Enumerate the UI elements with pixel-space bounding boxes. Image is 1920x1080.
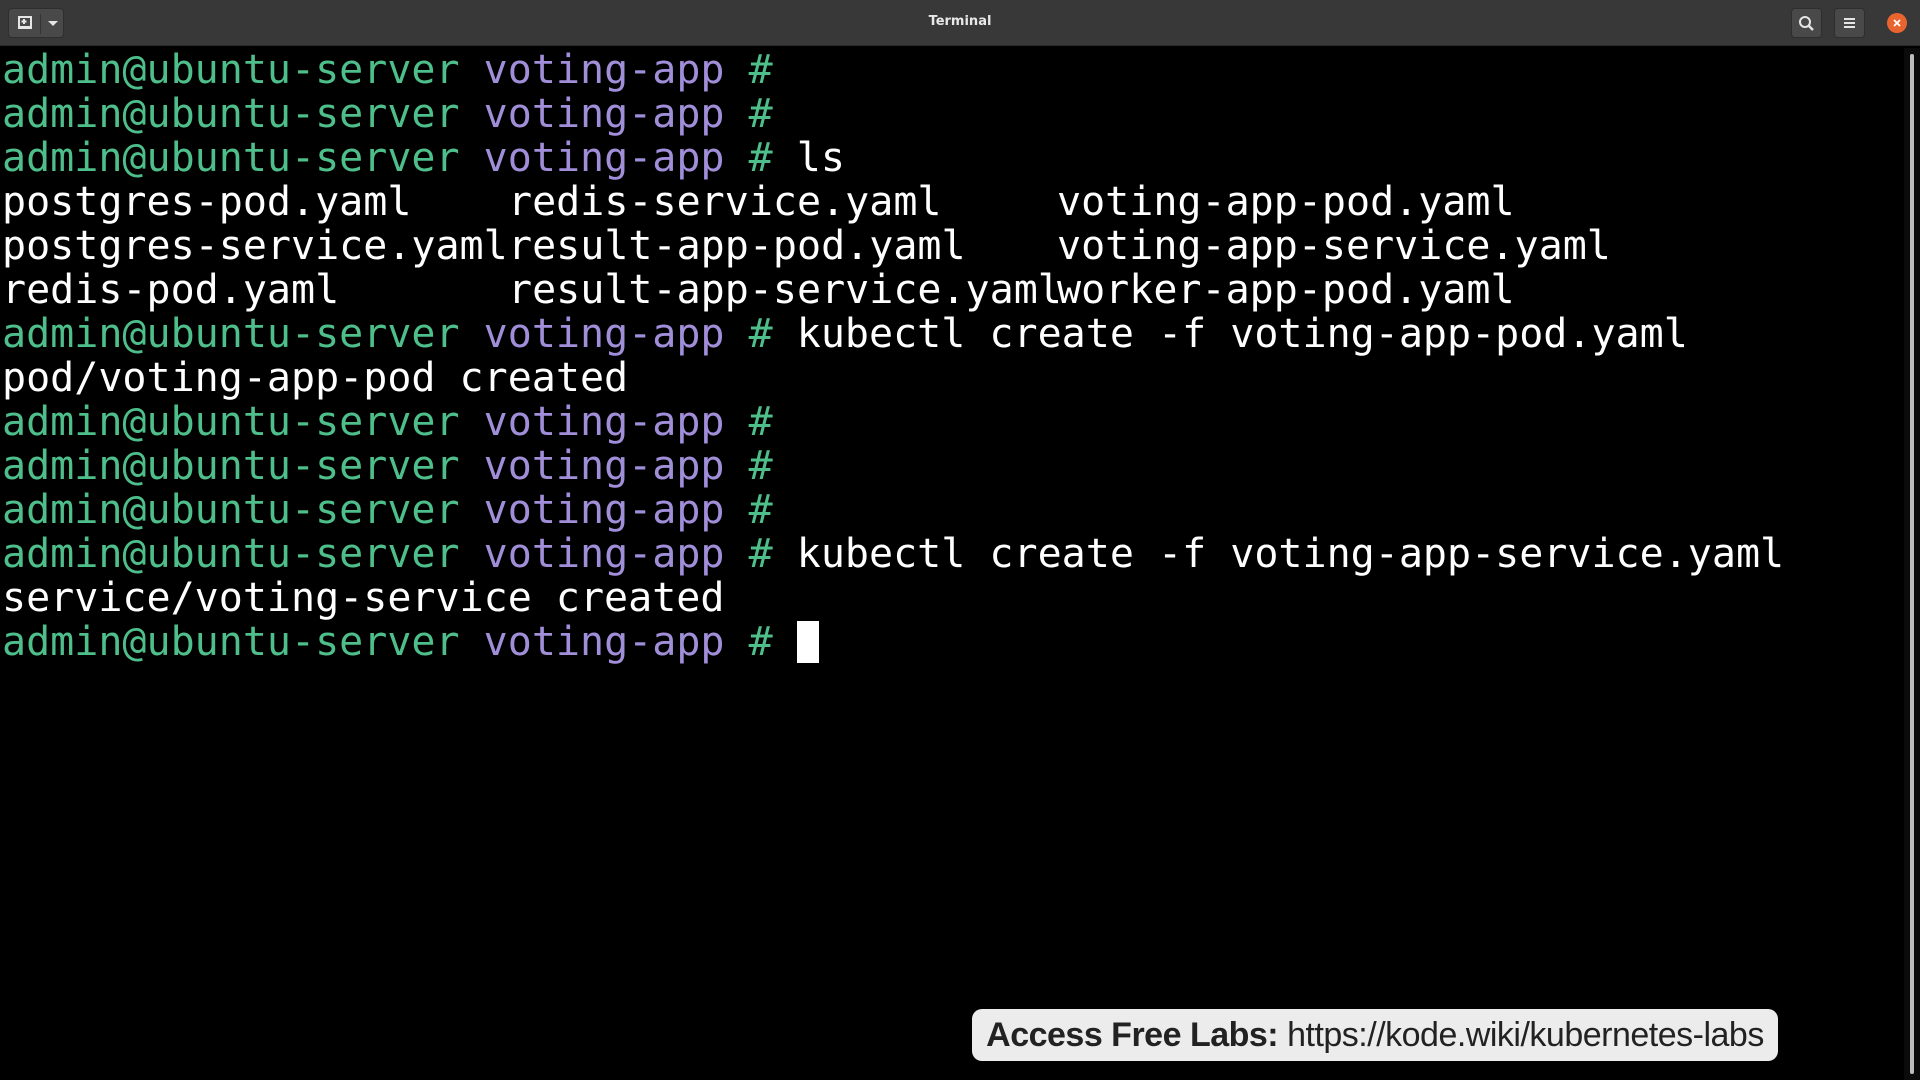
prompt-path: voting-app (483, 399, 725, 445)
file-name: redis-pod.yaml (2, 267, 340, 313)
prompt-path: voting-app (483, 531, 725, 577)
prompt-path: voting-app (483, 443, 725, 489)
prompt-path: voting-app (483, 91, 725, 137)
new-tab-button[interactable] (8, 8, 64, 38)
prompt-user-host: admin@ubuntu-server (2, 531, 460, 577)
prompt-path: voting-app (483, 48, 725, 93)
prompt-line: admin@ubuntu-server voting-app # (0, 48, 1904, 92)
prompt-line: admin@ubuntu-server voting-app # ls (0, 136, 1904, 180)
file-name: worker-app-pod.yaml (1057, 267, 1515, 313)
scrollbar-thumb[interactable] (1910, 54, 1914, 1074)
window-title: Terminal (928, 14, 992, 29)
prompt-symbol: # (748, 311, 773, 357)
prompt-user-host: admin@ubuntu-server (2, 443, 460, 489)
file-name: voting-app-service.yaml (1057, 223, 1611, 269)
prompt-user-host: admin@ubuntu-server (2, 48, 460, 93)
command-text: ls (796, 135, 845, 181)
file-list-row: redis-pod.yaml result-app-service.yamlwor… (0, 268, 1904, 312)
title-bar: Terminal (0, 0, 1920, 46)
file-name: result-app-pod.yaml (508, 223, 966, 269)
prompt-line: admin@ubuntu-server voting-app # (0, 92, 1904, 136)
prompt-symbol: # (748, 619, 773, 665)
close-button[interactable] (1887, 13, 1907, 33)
file-name: redis-service.yaml (508, 179, 942, 225)
prompt-symbol: # (748, 135, 773, 181)
file-name: voting-app-pod.yaml (1057, 179, 1515, 225)
prompt-line: admin@ubuntu-server voting-app # (0, 400, 1904, 444)
new-tab-icon[interactable] (10, 9, 40, 37)
prompt-line: admin@ubuntu-server voting-app # (0, 620, 1904, 664)
file-list-row: postgres-pod.yaml redis-service.yaml votin… (0, 180, 1904, 224)
prompt-line: admin@ubuntu-server voting-app # kubectl… (0, 532, 1904, 576)
text-cursor (796, 621, 819, 663)
prompt-path: voting-app (483, 619, 725, 665)
prompt-line: admin@ubuntu-server voting-app # (0, 444, 1904, 488)
prompt-path: voting-app (483, 311, 725, 357)
prompt-line: admin@ubuntu-server voting-app # kubectl… (0, 312, 1904, 356)
output-line: service/voting-service created (0, 576, 1904, 620)
output-text: service/voting-service created (2, 575, 725, 621)
menu-button[interactable] (1834, 8, 1865, 38)
prompt-symbol: # (748, 91, 773, 137)
file-list-row: postgres-service.yamlresult-app-pod.yaml… (0, 224, 1904, 268)
prompt-user-host: admin@ubuntu-server (2, 91, 460, 137)
search-button[interactable] (1791, 8, 1822, 38)
hamburger-menu-icon (1844, 18, 1855, 28)
scrollbar[interactable] (1904, 48, 1920, 1080)
prompt-path: voting-app (483, 135, 725, 181)
output-text: pod/voting-app-pod created (2, 355, 629, 401)
file-name: result-app-service.yaml (508, 267, 1062, 313)
prompt-symbol: # (748, 487, 773, 533)
prompt-symbol: # (748, 399, 773, 445)
search-icon (1799, 16, 1814, 31)
output-line: pod/voting-app-pod created (0, 356, 1904, 400)
command-text: kubectl create -f voting-app-pod.yaml (796, 311, 1688, 357)
chevron-down-icon[interactable] (42, 9, 64, 37)
prompt-symbol: # (748, 48, 773, 93)
prompt-user-host: admin@ubuntu-server (2, 135, 460, 181)
prompt-symbol: # (748, 443, 773, 489)
prompt-user-host: admin@ubuntu-server (2, 619, 460, 665)
free-labs-banner: Access Free Labs: https://kode.wiki/kube… (972, 1009, 1778, 1061)
prompt-line: admin@ubuntu-server voting-app # (0, 488, 1904, 532)
prompt-user-host: admin@ubuntu-server (2, 399, 460, 445)
prompt-user-host: admin@ubuntu-server (2, 311, 460, 357)
banner-url: https://kode.wiki/kubernetes-labs (1287, 1016, 1764, 1054)
file-name: postgres-service.yaml (2, 223, 508, 269)
prompt-user-host: admin@ubuntu-server (2, 487, 460, 533)
banner-label: Access Free Labs: (986, 1016, 1279, 1054)
prompt-path: voting-app (483, 487, 725, 533)
terminal-output[interactable]: admin@ubuntu-server voting-app # admin@u… (0, 48, 1904, 1080)
terminal-window: Terminal admin@ubuntu-server voting-app … (0, 0, 1920, 1080)
close-icon (1893, 19, 1901, 27)
prompt-symbol: # (748, 531, 773, 577)
command-text: kubectl create -f voting-app-service.yam… (796, 531, 1785, 577)
file-name: postgres-pod.yaml (2, 179, 412, 225)
